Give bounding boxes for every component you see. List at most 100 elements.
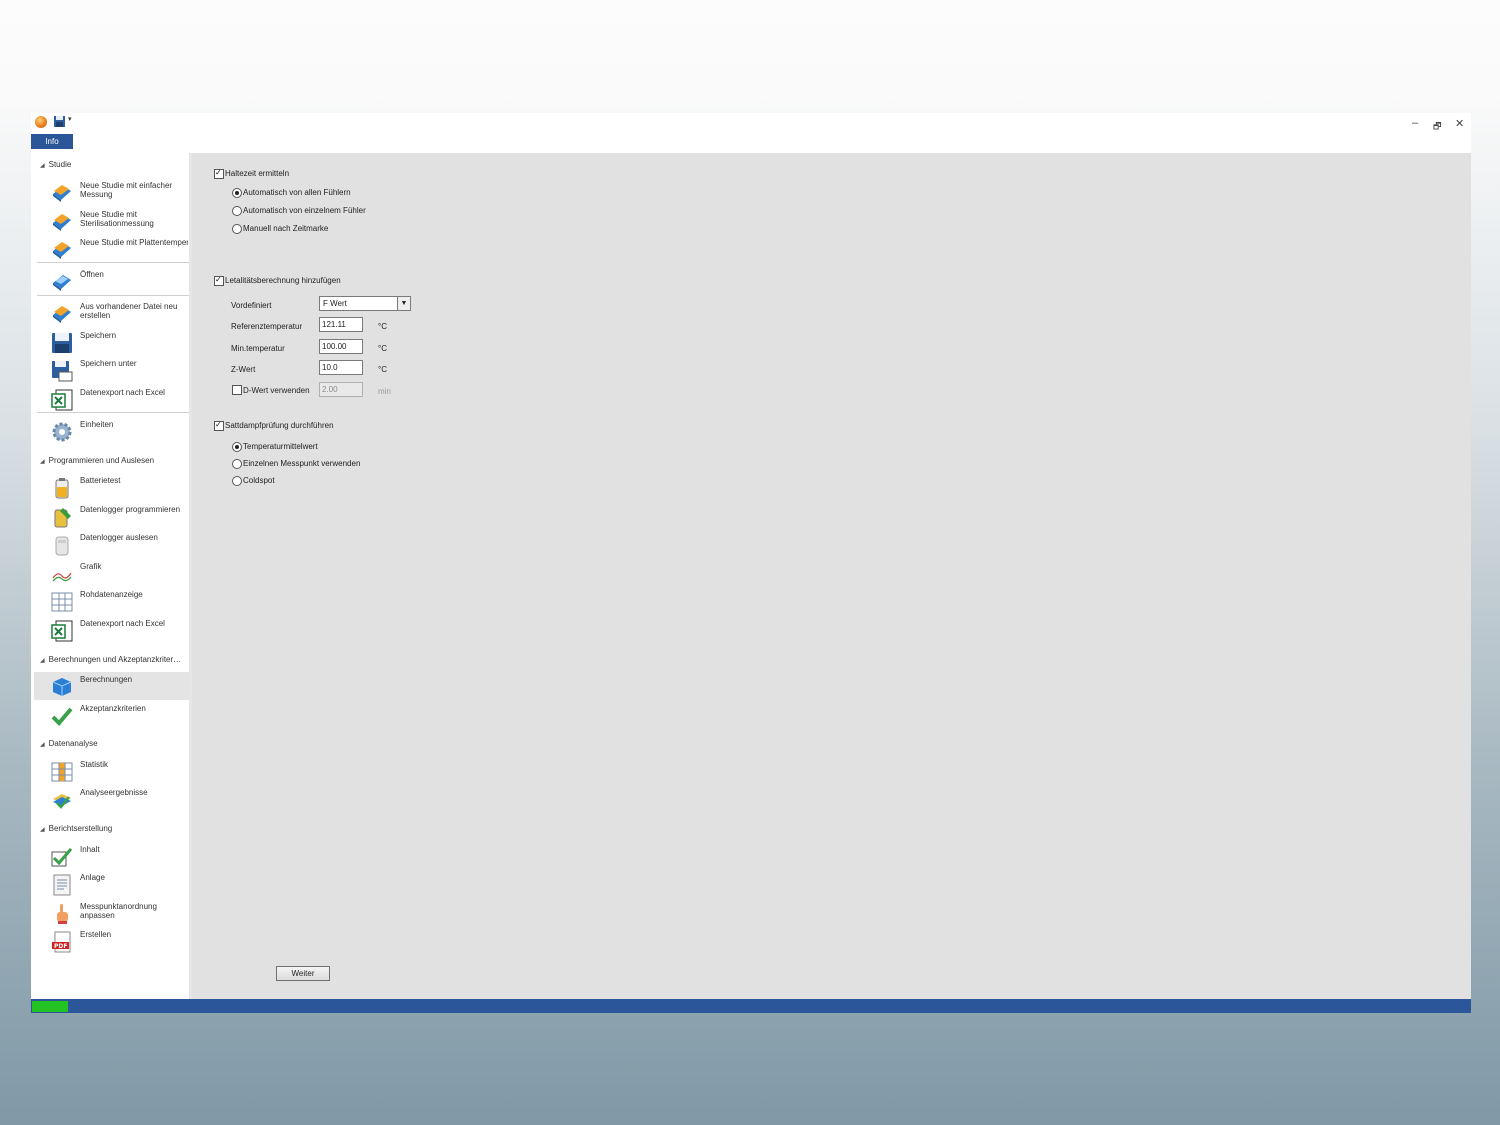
excel-icon	[51, 389, 73, 411]
save-as-disk-icon	[51, 360, 73, 382]
statistics-table-icon	[51, 761, 73, 783]
sidebar-item-acceptance-criteria[interactable]: Akzeptanzkriterien	[34, 701, 189, 729]
group-header-programmieren[interactable]: ◢ Programmieren und Auslesen	[40, 456, 154, 465]
checkmark-icon	[51, 705, 73, 727]
sidebar-item-calculations[interactable]: Berechnungen	[34, 672, 189, 700]
steam-option-label: Einzelnen Messpunkt verwenden	[243, 459, 361, 468]
collapse-triangle-icon: ◢	[40, 459, 45, 465]
quick-save-icon[interactable]	[54, 116, 65, 129]
new-study-book-icon	[51, 182, 73, 204]
holding-time-label: Haltezeit ermitteln	[225, 169, 290, 178]
svg-text:PDF: PDF	[54, 943, 67, 950]
collapse-triangle-icon: ◢	[40, 163, 45, 169]
d-value-input[interactable]: 2.00	[319, 382, 363, 397]
sidebar-divider	[37, 262, 189, 263]
restore-button[interactable]: 🗗	[1433, 119, 1441, 135]
new-from-file-icon	[51, 303, 73, 325]
close-button[interactable]: ✕	[1455, 117, 1464, 130]
chevron-down-icon[interactable]: ▼	[397, 297, 410, 310]
collapse-triangle-icon: ◢	[40, 658, 45, 664]
quick-access-dropdown-icon[interactable]: ▾	[68, 115, 72, 123]
calculation-icon	[51, 676, 73, 698]
excel-icon	[51, 620, 73, 642]
tab-info[interactable]: Info	[31, 134, 73, 149]
predefined-select-value: F Wert	[323, 299, 347, 308]
analysis-results-icon	[51, 789, 73, 811]
sidebar-item-excel-export-2[interactable]: Datenexport nach Excel	[34, 616, 189, 644]
unit-minutes: min	[378, 387, 391, 396]
minimize-button[interactable]: –	[1412, 117, 1418, 129]
steam-radio-temperature-mean[interactable]	[232, 442, 242, 452]
steam-radio-single-point[interactable]	[232, 459, 242, 469]
sidebar: ◢ Studie Neue Studie mit einfacher Messun…	[31, 153, 192, 999]
sidebar-item-new-study-sterilisation[interactable]: Neue Studie mit Sterilisationmessung	[34, 207, 189, 235]
group-header-berichtserstellung[interactable]: ◢ Berichtserstellung	[40, 824, 112, 833]
lethality-label: Letalitätsberechnung hinzufügen	[225, 276, 341, 285]
battery-icon	[51, 477, 73, 499]
graph-icon	[51, 563, 73, 585]
sidebar-item-new-study-simple[interactable]: Neue Studie mit einfacher Messung	[34, 178, 189, 206]
sidebar-item-attachment[interactable]: Anlage	[34, 870, 189, 898]
sidebar-item-battery-test[interactable]: Batterietest	[34, 473, 189, 501]
holding-time-checkbox[interactable]	[214, 168, 224, 179]
saturated-steam-label: Sattdampfprüfung durchführen	[225, 421, 334, 430]
d-value-label: D-Wert verwenden	[243, 386, 310, 395]
sidebar-item-statistics[interactable]: Statistik	[34, 757, 189, 785]
sidebar-item-analysis-results[interactable]: Analyseergebnisse	[34, 785, 189, 813]
sidebar-item-raw-data[interactable]: Rohdatenanzeige	[34, 587, 189, 615]
z-value-label: Z-Wert	[231, 365, 256, 374]
unit-celsius: °C	[378, 322, 387, 331]
sidebar-divider	[37, 412, 189, 413]
save-disk-icon	[51, 332, 73, 354]
sidebar-item-save-as[interactable]: Speichern unter	[34, 356, 189, 384]
collapse-triangle-icon: ◢	[40, 742, 45, 748]
application-window: ▾ Info – 🗗 ✕ ◢ Studie Neue Studie mit ein…	[31, 113, 1471, 1013]
sidebar-item-logger-program[interactable]: Datenlogger programmieren	[34, 502, 189, 530]
holding-time-option-label: Manuell nach Zeitmarke	[243, 224, 329, 233]
holding-time-radio-manual[interactable]	[232, 224, 242, 234]
unit-celsius: °C	[378, 344, 387, 353]
reference-temperature-input[interactable]: 121.11	[319, 317, 363, 332]
logger-program-icon	[51, 506, 73, 528]
gear-icon	[51, 421, 73, 443]
d-value-checkbox[interactable]	[232, 385, 242, 395]
min-temperature-label: Min.temperatur	[231, 344, 285, 353]
sidebar-item-new-study-plate-temperature[interactable]: Neue Studie mit Plattentemperaturverteil…	[34, 235, 189, 263]
group-header-berechnungen[interactable]: ◢ Berechnungen und Akzeptanzkriter…	[40, 655, 181, 664]
sidebar-item-create[interactable]: PDF Erstellen	[34, 927, 189, 955]
steam-option-label: Temperaturmittelwert	[243, 442, 318, 451]
steam-radio-coldspot[interactable]	[232, 476, 242, 486]
predefined-select[interactable]: F Wert ▼	[319, 296, 411, 311]
group-header-studie[interactable]: ◢ Studie	[40, 160, 71, 169]
sidebar-item-units[interactable]: Einheiten	[34, 417, 189, 445]
saturated-steam-checkbox[interactable]	[214, 420, 224, 431]
lethality-checkbox[interactable]	[214, 275, 224, 286]
sidebar-item-excel-export[interactable]: Datenexport nach Excel	[34, 385, 189, 413]
sidebar-item-logger-read[interactable]: Datenlogger auslesen	[34, 530, 189, 558]
holding-time-radio-single-sensor[interactable]	[232, 206, 242, 216]
sidebar-item-graph[interactable]: Grafik	[34, 559, 189, 587]
app-logo-icon[interactable]	[35, 116, 47, 128]
holding-time-option-label: Automatisch von allen Fühlern	[243, 188, 351, 197]
document-icon	[51, 874, 73, 896]
status-bar	[31, 999, 1471, 1013]
status-progress-indicator	[32, 1001, 68, 1012]
next-button[interactable]: Weiter	[276, 966, 330, 981]
unit-celsius: °C	[378, 365, 387, 374]
holding-time-radio-all-sensors[interactable]	[232, 188, 242, 198]
sidebar-item-save[interactable]: Speichern	[34, 328, 189, 356]
sidebar-item-adjust-measuring-points[interactable]: Messpunktanordnung anpassen	[34, 899, 189, 927]
open-book-icon	[51, 271, 73, 293]
sidebar-item-new-from-file[interactable]: Aus vorhandener Datei neu erstellen	[34, 299, 189, 327]
sidebar-divider	[37, 295, 189, 296]
z-value-input[interactable]: 10.0	[319, 360, 363, 375]
hand-pointer-icon	[51, 903, 73, 925]
min-temperature-input[interactable]: 100.00	[319, 339, 363, 354]
title-bar: ▾ Info – 🗗 ✕	[31, 113, 1471, 153]
sidebar-item-content[interactable]: Inhalt	[34, 842, 189, 870]
collapse-triangle-icon: ◢	[40, 827, 45, 833]
group-header-datenanalyse[interactable]: ◢ Datenanalyse	[40, 739, 98, 748]
sidebar-item-open[interactable]: Öffnen	[34, 267, 189, 295]
holding-time-option-label: Automatisch von einzelnem Fühler	[243, 206, 366, 215]
grid-table-icon	[51, 591, 73, 613]
